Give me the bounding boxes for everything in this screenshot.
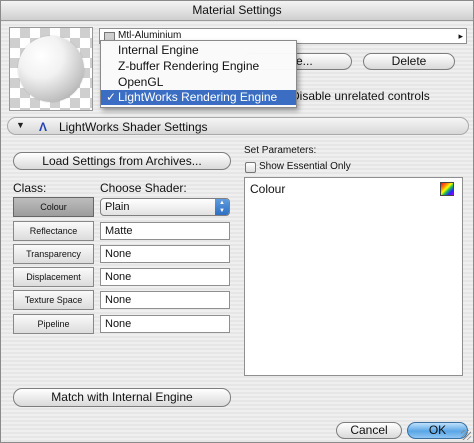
displacement-shader-field[interactable]: None	[100, 268, 230, 286]
class-button-texture-space[interactable]: Texture Space	[13, 290, 94, 310]
class-button-transparency[interactable]: Transparency	[13, 244, 94, 264]
menu-item-opengl[interactable]: OpenGL	[101, 75, 296, 90]
material-preview	[9, 27, 93, 111]
triangle-right-icon: ▸	[458, 31, 463, 41]
material-settings-window: Material Settings Mtl-Aluminium ▸ e... D…	[0, 0, 474, 443]
class-button-pipeline[interactable]: Pipeline	[13, 314, 94, 334]
up-down-arrows-icon: ▲ ▼	[215, 199, 229, 215]
cancel-button[interactable]: Cancel	[336, 422, 402, 439]
engine-menu: Internal Engine Z-buffer Rendering Engin…	[100, 40, 297, 108]
resize-grip-icon[interactable]	[461, 430, 471, 440]
choose-shader-label: Choose Shader:	[100, 181, 187, 195]
lightworks-logo-icon: Λ	[39, 120, 48, 134]
checkmark-icon: ✓	[106, 90, 117, 104]
disclosure-triangle-icon[interactable]: ▼	[16, 120, 25, 130]
class-button-reflectance[interactable]: Reflectance	[13, 221, 94, 241]
show-essential-checkbox[interactable]	[245, 162, 256, 173]
color-picker-icon[interactable]	[440, 182, 454, 196]
menu-item-zbuffer-engine[interactable]: Z-buffer Rendering Engine	[101, 59, 296, 74]
reflectance-shader-field[interactable]: Matte	[100, 222, 230, 240]
match-internal-engine-button[interactable]: Match with Internal Engine	[13, 388, 231, 407]
colour-shader-popup[interactable]: Plain ▲ ▼	[100, 198, 230, 216]
menu-item-lightworks-engine[interactable]: ✓ LightWorks Rendering Engine	[101, 90, 296, 105]
parameter-colour[interactable]: Colour	[250, 182, 285, 196]
delete-button[interactable]: Delete	[363, 53, 455, 70]
class-button-displacement[interactable]: Displacement	[13, 267, 94, 287]
window-title: Material Settings	[1, 1, 473, 21]
texture-space-shader-field[interactable]: None	[100, 291, 230, 309]
class-button-colour[interactable]: Colour	[13, 197, 94, 217]
class-label: Class:	[13, 181, 47, 195]
menu-item-internal-engine[interactable]: Internal Engine	[101, 43, 296, 58]
disable-unrelated-label: Disable unrelated controls	[291, 89, 430, 103]
ok-button[interactable]: OK	[407, 422, 468, 439]
parameters-list[interactable]: Colour	[244, 177, 463, 376]
set-parameters-label: Set Parameters:	[244, 145, 317, 156]
preview-sphere	[18, 36, 84, 102]
transparency-shader-field[interactable]: None	[100, 245, 230, 263]
shader-settings-title: LightWorks Shader Settings	[59, 120, 208, 134]
show-essential-label: Show Essential Only	[259, 161, 351, 172]
pipeline-shader-field[interactable]: None	[100, 315, 230, 333]
load-settings-button[interactable]: Load Settings from Archives...	[13, 152, 231, 170]
